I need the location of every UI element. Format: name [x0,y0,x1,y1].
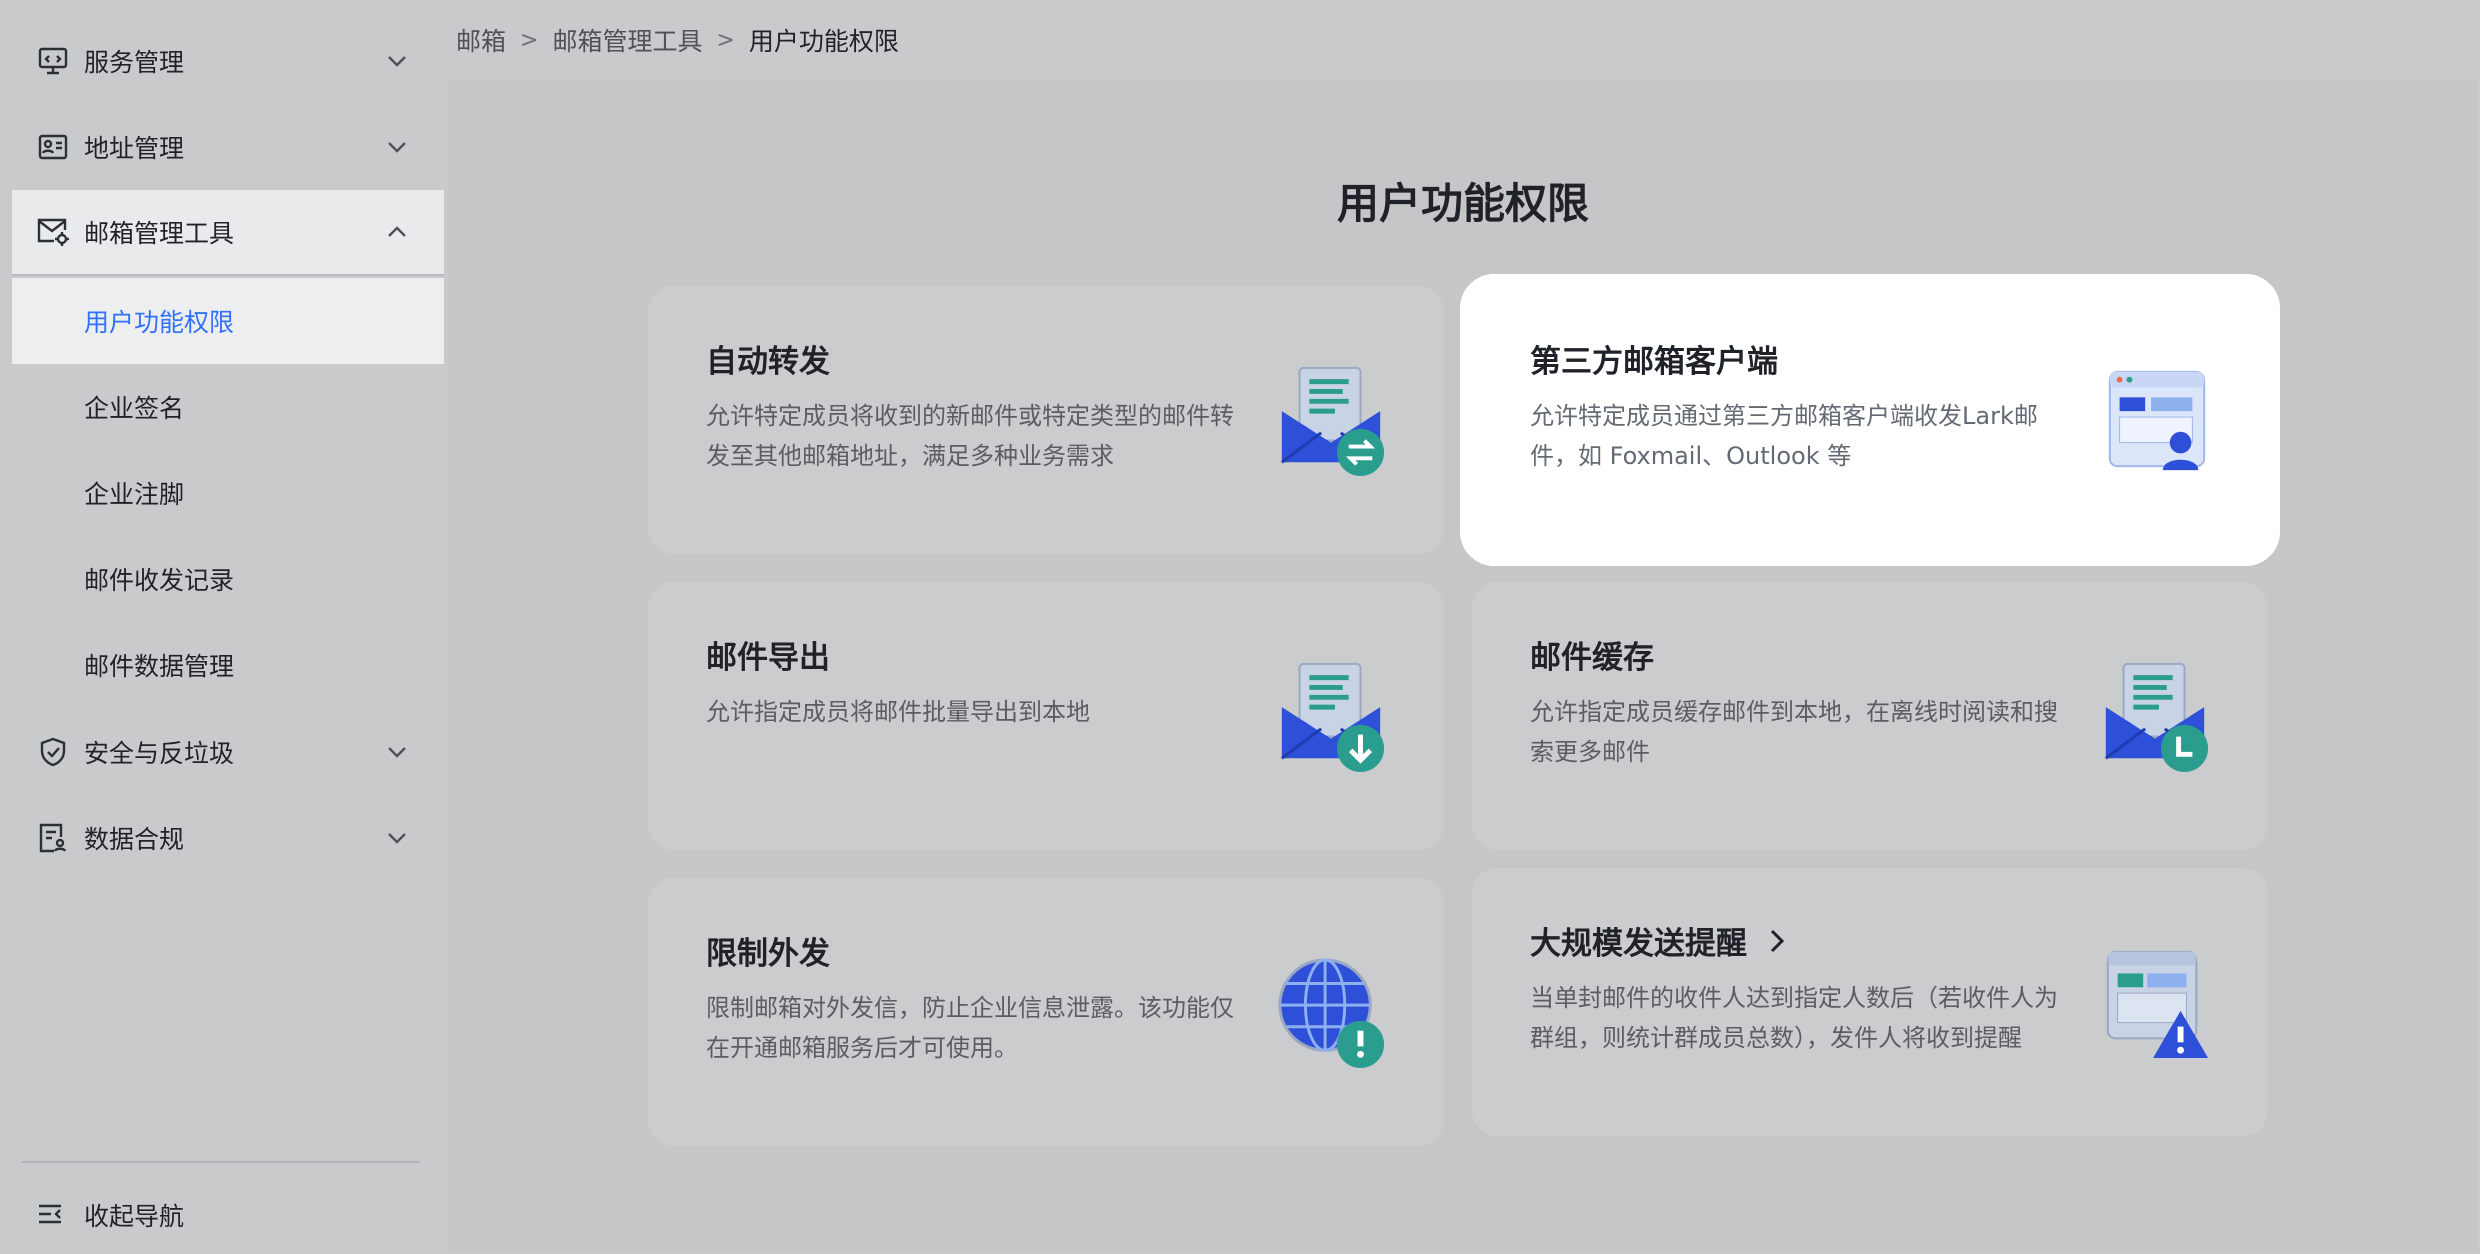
card-title: 自动转发 [706,344,830,380]
card-description: 允许指定成员缓存邮件到本地，在离线时阅读和搜索更多邮件 [1530,698,2058,766]
chevron-down-icon [384,48,410,74]
sidebar-subitem-user-permissions[interactable]: 用户功能权限 [12,278,444,364]
sidebar-divider [22,1161,420,1163]
globe-warning-icon [1278,958,1385,1069]
chevron-down-icon [384,739,410,765]
mass-send-warning-icon [2106,950,2209,1059]
sidebar-subitem-label: 邮件收发记录 [84,566,235,595]
sidebar-item-data-compliance[interactable]: 数据合规 [12,795,444,881]
sidebar-subitem-mail-logs[interactable]: 邮件收发记录 [12,536,444,622]
third-party-client-icon [2108,370,2206,471]
sidebar-item-label: 安全与反垃圾 [84,739,235,768]
card-description: 限制邮箱对外发信，防止企业信息泄露。该功能仅在开通邮箱服务后才可使用。 [706,994,1234,1062]
card-mail-cache[interactable]: 邮件缓存 允许指定成员缓存邮件到本地，在离线时阅读和搜索更多邮件 [1472,582,2268,850]
mail-export-icon [1280,662,1385,773]
chevron-right-icon[interactable] [1769,928,1785,954]
breadcrumb-item-current: 用户功能权限 [748,27,899,56]
sidebar-item-service-management[interactable]: 服务管理 [12,18,444,104]
shield-icon [36,735,70,769]
breadcrumb-item-mailbox[interactable]: 邮箱 [456,22,506,58]
sidebar-subitem-signature[interactable]: 企业签名 [12,364,444,450]
sidebar-item-label: 数据合规 [84,825,185,854]
card-title: 大规模发送提醒 [1530,918,1785,963]
sidebar: 服务管理 地址管理 邮箱管理工具 用户功能权限 企业签名 企业注脚 邮件收发记录… [0,0,446,1254]
sidebar-subitem-mail-data[interactable]: 邮件数据管理 [12,622,444,708]
breadcrumb-separator: > [716,27,735,53]
sidebar-item-label: 邮箱管理工具 [84,219,235,248]
sidebar-subitem-label: 企业注脚 [84,480,185,509]
breadcrumb: 邮箱 > 邮箱管理工具 > 用户功能权限 [446,0,2480,80]
sidebar-item-mailbox-tools[interactable]: 邮箱管理工具 [12,190,444,276]
id-card-icon [36,130,70,164]
sidebar-item-label: 地址管理 [84,134,185,163]
compliance-doc-icon [36,821,70,855]
sidebar-subitem-label: 邮件数据管理 [84,652,235,681]
chevron-down-icon [384,134,410,160]
card-title: 邮件缓存 [1530,640,1654,676]
sidebar-subitem-label: 用户功能权限 [84,308,235,337]
page-title: 用户功能权限 [1336,179,1589,228]
sidebar-item-label: 服务管理 [84,48,185,77]
collapse-nav-label: 收起导航 [84,1202,185,1231]
sidebar-item-address-management[interactable]: 地址管理 [12,104,444,190]
card-title: 限制外发 [706,936,830,972]
card-auto-forward[interactable]: 自动转发 允许特定成员将收到的新邮件或特定类型的邮件转发至其他邮箱地址，满足多种… [648,286,1444,554]
collapse-nav-icon [36,1200,66,1230]
card-title: 第三方邮箱客户端 [1530,344,1778,380]
card-third-party-client[interactable]: 第三方邮箱客户端 允许特定成员通过第三方邮箱客户端收发Lark邮件，如 Foxm… [1472,286,2268,554]
mail-settings-icon [36,215,70,249]
mail-forward-icon [1280,366,1385,477]
card-title-text: 大规模发送提醒 [1530,926,1747,962]
card-mail-export[interactable]: 邮件导出 允许指定成员将邮件批量导出到本地 [648,582,1444,850]
monitor-icon [36,44,70,78]
card-mass-send-reminder[interactable]: 大规模发送提醒 当单封邮件的收件人达到指定人数后（若收件人为群组，则统计群成员总… [1472,868,2268,1136]
mail-cache-icon [2104,662,2209,773]
collapse-nav-button[interactable]: 收起导航 [12,1172,444,1254]
card-description: 允许特定成员通过第三方邮箱客户端收发Lark邮件，如 Foxmail、Outlo… [1530,402,2038,470]
breadcrumb-item-mailbox-tools[interactable]: 邮箱管理工具 [552,22,702,58]
sidebar-subitem-label: 企业签名 [84,394,185,423]
breadcrumb-separator: > [520,27,539,53]
card-description: 当单封邮件的收件人达到指定人数后（若收件人为群组，则统计群成员总数），发件人将收… [1530,984,2058,1052]
card-title: 邮件导出 [706,640,830,676]
main-content: 用户功能权限 自动转发 允许特定成员将收到的新邮件或特定类型的邮件转发至其他邮箱… [448,80,2478,1252]
card-description: 允许特定成员将收到的新邮件或特定类型的邮件转发至其他邮箱地址，满足多种业务需求 [706,402,1234,470]
chevron-down-icon [384,825,410,851]
card-restrict-outbound[interactable]: 限制外发 限制邮箱对外发信，防止企业信息泄露。该功能仅在开通邮箱服务后才可使用。 [648,878,1444,1146]
sidebar-subitem-footer[interactable]: 企业注脚 [12,450,444,536]
chevron-up-icon [384,219,410,245]
sidebar-item-security[interactable]: 安全与反垃圾 [12,709,444,795]
card-description: 允许指定成员将邮件批量导出到本地 [706,698,1090,726]
